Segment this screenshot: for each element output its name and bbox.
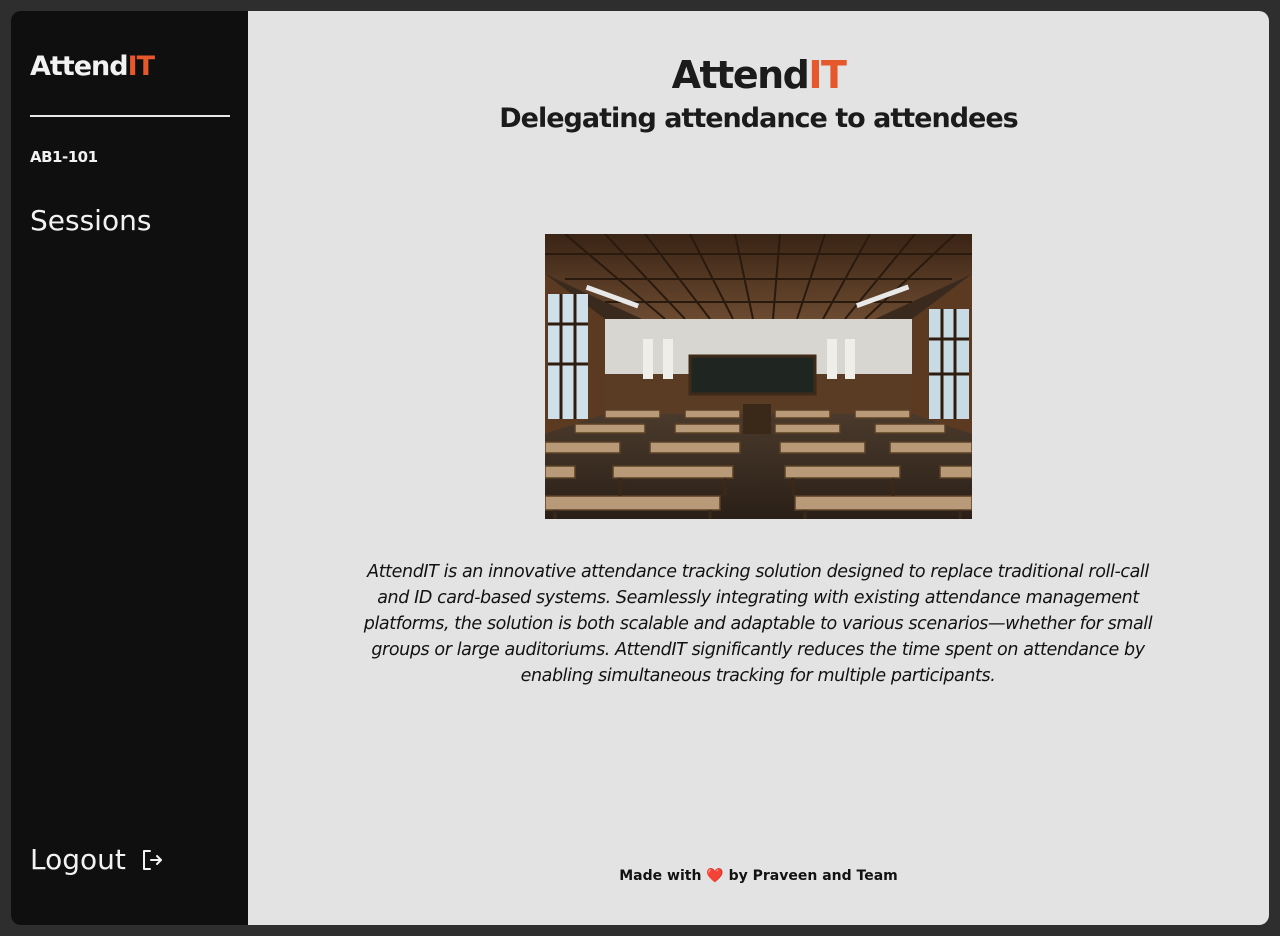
device-frame: AttendIT AB1-101 Sessions Logout AttendI… [0, 0, 1280, 936]
logo-text-main: Attend [30, 51, 129, 82]
title-text-accent: IT [808, 53, 847, 97]
footer-credit: Made with ❤️ by Praveen and Team [248, 868, 1269, 884]
sidebar-item-sessions[interactable]: Sessions [30, 204, 151, 237]
main-content: AttendIT Delegating attendance to attend… [248, 11, 1269, 925]
footer-prefix: Made with [619, 868, 702, 884]
logout-label: Logout [30, 843, 126, 876]
logout-icon [140, 848, 164, 872]
logout-button[interactable]: Logout [30, 843, 164, 876]
sidebar: AttendIT AB1-101 Sessions Logout [11, 11, 248, 925]
heart-icon: ❤️ [706, 868, 724, 884]
title-text-main: Attend [671, 53, 810, 97]
footer-suffix: by Praveen and Team [728, 868, 898, 884]
room-code: AB1-101 [30, 148, 98, 166]
page-subtitle: Delegating attendance to attendees [499, 103, 1018, 134]
sidebar-divider [30, 115, 230, 117]
app-screen: AttendIT AB1-101 Sessions Logout AttendI… [11, 11, 1269, 925]
page-title: AttendIT [248, 53, 1269, 97]
product-description: AttendIT is an innovative attendance tra… [363, 562, 1153, 686]
sidebar-logo[interactable]: AttendIT [30, 51, 155, 82]
logo-text-accent: IT [127, 51, 155, 82]
classroom-photo [545, 234, 972, 519]
